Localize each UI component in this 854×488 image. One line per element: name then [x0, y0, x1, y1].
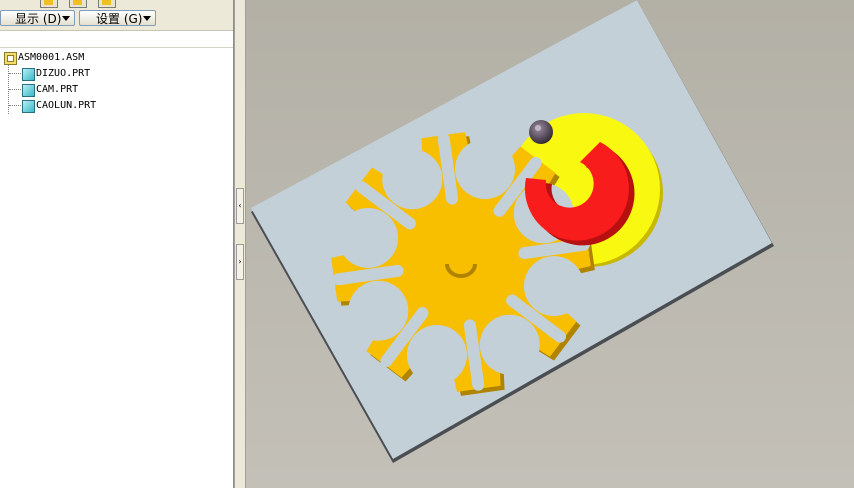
model-tree-toolbar: 显示 (D) 设置 (G): [0, 8, 233, 31]
model-tree-panel: 显示 (D) 设置 (G) ASM0001.ASM DIZUO.PRT CAM.…: [0, 0, 234, 488]
drive-pin[interactable]: [529, 120, 553, 144]
expand-right-icon[interactable]: ›: [236, 244, 244, 280]
tree-connector: [9, 105, 21, 106]
chevron-down-icon: [62, 16, 70, 21]
part-icon: [22, 100, 35, 113]
cam-shaft-hole: [567, 181, 577, 191]
part-icon: [22, 84, 35, 97]
panel-splitter[interactable]: ‹ ›: [234, 0, 246, 488]
tree-connector: [9, 73, 21, 74]
part-icon: [22, 68, 35, 81]
tree-item-label: ASM0001.ASM: [18, 52, 85, 63]
tree-header-bar: [0, 31, 233, 48]
drive-pin-highlight: [535, 125, 541, 131]
favorites-tab-icon[interactable]: [98, 0, 116, 8]
model-3d-view: [251, 0, 774, 463]
tree-item-label: CAM.PRT: [36, 84, 79, 95]
folder-browser-tab-icon[interactable]: [69, 0, 87, 8]
model-tree-tab-icon[interactable]: [40, 0, 58, 8]
panel-tab-strip: [0, 0, 233, 8]
chevron-down-icon: [143, 16, 151, 21]
graphics-viewport[interactable]: [246, 0, 854, 488]
assembly-icon: [4, 52, 17, 65]
settings-menu-label: 设置 (G): [96, 12, 143, 26]
display-menu-label: 显示 (D): [15, 12, 62, 26]
settings-menu-button[interactable]: 设置 (G): [79, 10, 156, 26]
tree-connector: [9, 89, 21, 90]
collapse-left-icon[interactable]: ‹: [236, 188, 244, 224]
display-menu-button[interactable]: 显示 (D): [0, 10, 75, 26]
tree-item-label: DIZUO.PRT: [36, 68, 91, 79]
tree-item-label: CAOLUN.PRT: [36, 100, 97, 111]
